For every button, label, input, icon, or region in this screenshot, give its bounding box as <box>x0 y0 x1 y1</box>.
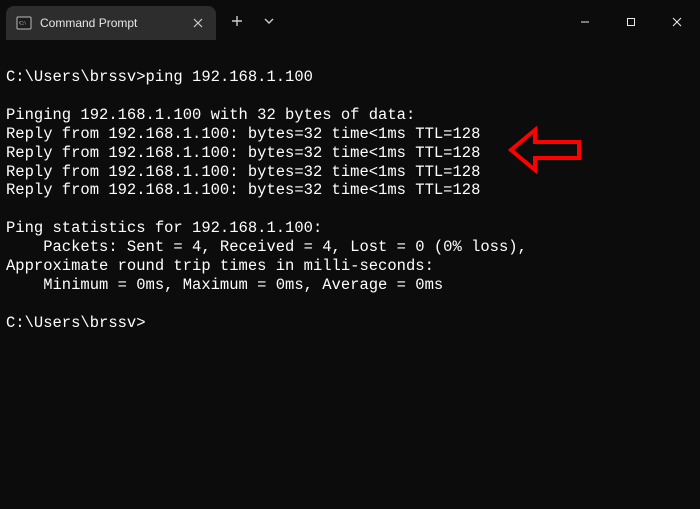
minimize-button[interactable] <box>562 6 608 38</box>
ping-reply: Reply from 192.168.1.100: bytes=32 time<… <box>6 144 480 162</box>
tab-dropdown-button[interactable] <box>260 12 278 30</box>
close-button[interactable] <box>654 6 700 38</box>
rtt-values: Minimum = 0ms, Maximum = 0ms, Average = … <box>6 276 443 294</box>
rtt-header: Approximate round trip times in milli-se… <box>6 257 434 275</box>
packets-stats: Packets: Sent = 4, Received = 4, Lost = … <box>6 238 527 256</box>
tab-command-prompt[interactable]: C:\ Command Prompt <box>6 6 216 40</box>
svg-text:C:\: C:\ <box>19 21 26 27</box>
prompt: C:\Users\brssv> <box>6 314 146 332</box>
new-tab-button[interactable] <box>228 12 246 30</box>
maximize-button[interactable] <box>608 6 654 38</box>
prompt-line: C:\Users\brssv>ping 192.168.1.100 <box>6 68 313 86</box>
ping-header: Pinging 192.168.1.100 with 32 bytes of d… <box>6 106 415 124</box>
prompt: C:\Users\brssv> <box>6 68 146 86</box>
tab-close-button[interactable] <box>190 15 206 31</box>
window-titlebar: C:\ Command Prompt <box>0 0 700 42</box>
cmd-icon: C:\ <box>16 15 32 31</box>
window-controls <box>562 0 700 42</box>
tabbar-controls <box>216 0 278 42</box>
tab-title: Command Prompt <box>40 16 182 30</box>
terminal-area[interactable]: C:\Users\brssv>ping 192.168.1.100 Pingin… <box>0 42 700 339</box>
ping-reply: Reply from 192.168.1.100: bytes=32 time<… <box>6 181 480 199</box>
typed-command: ping 192.168.1.100 <box>146 68 313 86</box>
ping-reply: Reply from 192.168.1.100: bytes=32 time<… <box>6 125 480 143</box>
stats-header: Ping statistics for 192.168.1.100: <box>6 219 322 237</box>
ping-reply: Reply from 192.168.1.100: bytes=32 time<… <box>6 163 480 181</box>
